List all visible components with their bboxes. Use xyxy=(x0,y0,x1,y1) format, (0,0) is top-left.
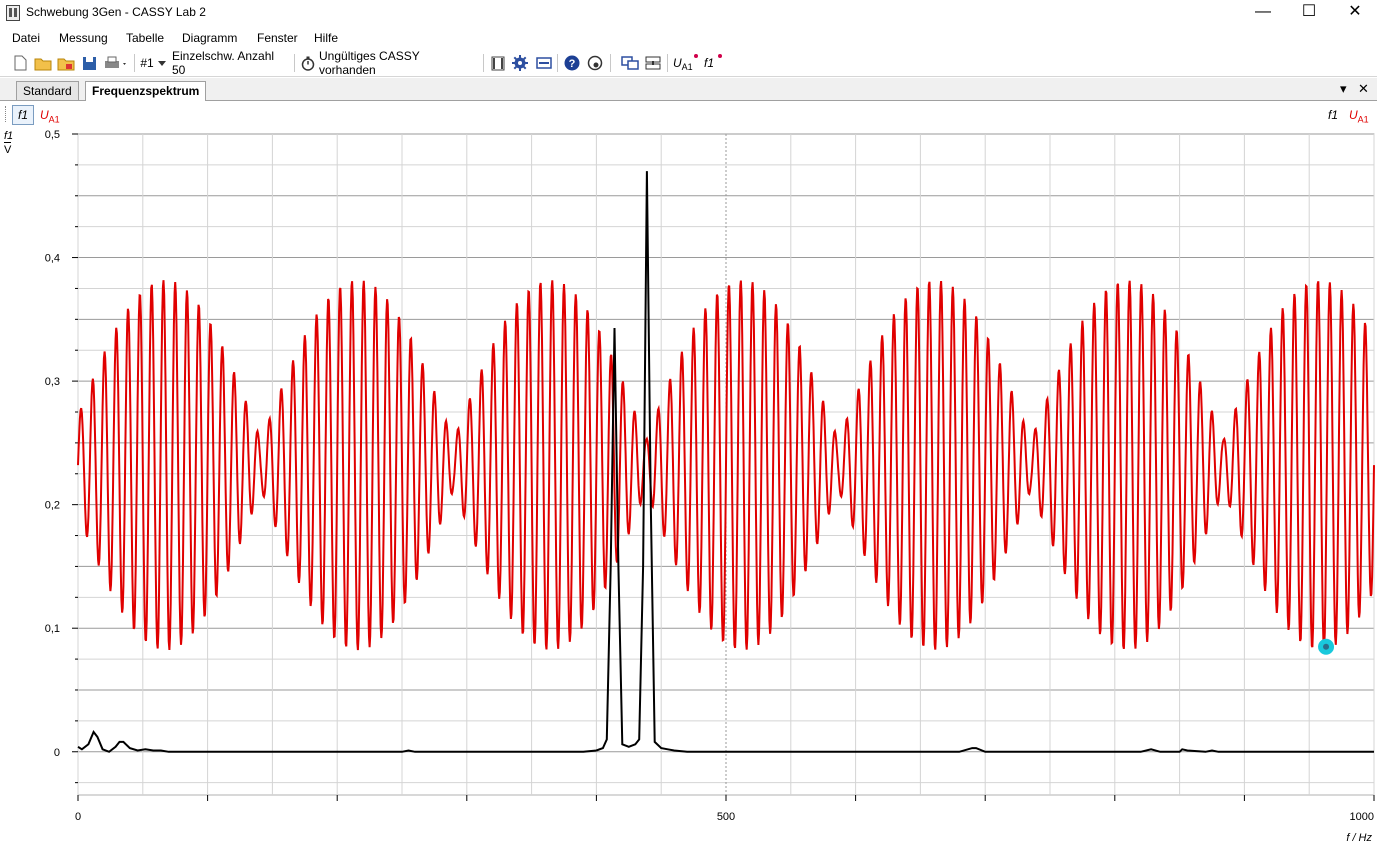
open-folder-icon[interactable] xyxy=(34,54,52,72)
film-icon[interactable] xyxy=(489,54,507,72)
menu-datei[interactable]: Datei xyxy=(12,31,40,45)
red-dot-icon xyxy=(694,54,698,58)
f1-selector-button[interactable]: f1 xyxy=(12,105,34,125)
cursor-center xyxy=(1323,643,1330,650)
tab-bar: Standard Frequenzspektrum ▾ ✕ xyxy=(0,78,1377,101)
menu-fenster[interactable]: Fenster xyxy=(257,31,298,45)
pink-dot-icon xyxy=(718,54,722,58)
ua1-legend-sub: A1 xyxy=(1357,114,1369,125)
menu-tabelle[interactable]: Tabelle xyxy=(126,31,164,45)
menu-bar: Datei Messung Tabelle Diagramm Fenster H… xyxy=(0,28,1377,48)
ua1-legend-label: U xyxy=(1349,108,1358,122)
menu-diagramm[interactable]: Diagramm xyxy=(182,31,237,45)
y-tick-label: 0,1 xyxy=(45,623,60,635)
y-tick-label: 0,4 xyxy=(45,253,60,265)
cassy-modules-icon[interactable] xyxy=(643,54,663,72)
close-button[interactable]: ✕ xyxy=(1332,0,1377,26)
settings-gear-icon[interactable] xyxy=(511,54,529,72)
display-icon[interactable] xyxy=(535,54,553,72)
svg-text:?: ? xyxy=(569,58,576,70)
x-tick-label: 500 xyxy=(717,811,735,823)
diagram-header: f1 UA1 f1 UA1 xyxy=(0,101,1377,127)
tab-close-icon[interactable]: ✕ xyxy=(1358,81,1369,97)
x-axis-label: f / Hz xyxy=(1346,832,1372,844)
window-arrange-icon[interactable] xyxy=(620,54,640,72)
stopwatch-icon[interactable] xyxy=(300,54,316,72)
new-file-icon[interactable] xyxy=(12,54,28,72)
quantity-f1-label: f1 xyxy=(704,56,715,70)
measurement-selector[interactable]: #1 xyxy=(140,54,154,72)
ua1-label: U xyxy=(40,108,49,122)
save-icon[interactable] xyxy=(81,54,97,72)
minimize-button[interactable]: — xyxy=(1240,0,1286,26)
print-icon[interactable] xyxy=(103,54,129,72)
toolbar: #1 Einzelschw. Anzahl 50 Ungültiges CASS… xyxy=(0,49,1377,77)
y-tick-label: 0,3 xyxy=(45,376,60,388)
title-bar: Schwebung 3Gen - CASSY Lab 2 — ☐ ✕ xyxy=(0,0,1377,26)
open-example-icon[interactable] xyxy=(57,54,75,72)
tab-standard[interactable]: Standard xyxy=(16,81,79,100)
quantity-f1-button[interactable]: f1 xyxy=(704,54,724,72)
cassy-status[interactable]: Ungültiges CASSY vorhanden xyxy=(319,49,479,77)
window-title: Schwebung 3Gen - CASSY Lab 2 xyxy=(26,5,206,19)
f1-legend: f1 xyxy=(1328,108,1339,122)
help-icon[interactable]: ? xyxy=(563,54,581,72)
menu-messung[interactable]: Messung xyxy=(59,31,108,45)
quantity-u-label: U xyxy=(673,56,682,70)
frequency-spectrum-chart[interactable]: 0,5 0,4 0,3 0,2 0,1 0 0 500 1000 f / Hz xyxy=(0,127,1377,848)
menu-hilfe[interactable]: Hilfe xyxy=(314,31,338,45)
measurement-mode[interactable]: Einzelschw. Anzahl 50 xyxy=(172,49,290,77)
y-tick-label: 0 xyxy=(54,747,60,759)
app-icon xyxy=(6,5,20,21)
ua1-legend: UA1 xyxy=(1349,108,1369,124)
grip-icon xyxy=(5,106,8,122)
ua1-selector[interactable]: UA1 xyxy=(40,108,60,124)
x-tick-label: 1000 xyxy=(1350,811,1374,823)
tab-dropdown-icon[interactable]: ▾ xyxy=(1340,81,1347,97)
quantity-u-sub: A1 xyxy=(681,62,693,72)
tab-frequenzspektrum[interactable]: Frequenzspektrum xyxy=(85,81,207,101)
maximize-button[interactable]: ☐ xyxy=(1286,0,1332,26)
y-tick-label: 0,5 xyxy=(45,129,60,141)
x-tick-label: 0 xyxy=(75,811,81,823)
ua1-sub: A1 xyxy=(48,114,60,125)
quantity-ua1-button[interactable]: U A1 xyxy=(673,54,699,72)
measurement-dropdown-icon[interactable] xyxy=(157,54,167,72)
y-tick-label: 0,2 xyxy=(45,500,60,512)
context-help-icon[interactable] xyxy=(586,54,604,72)
